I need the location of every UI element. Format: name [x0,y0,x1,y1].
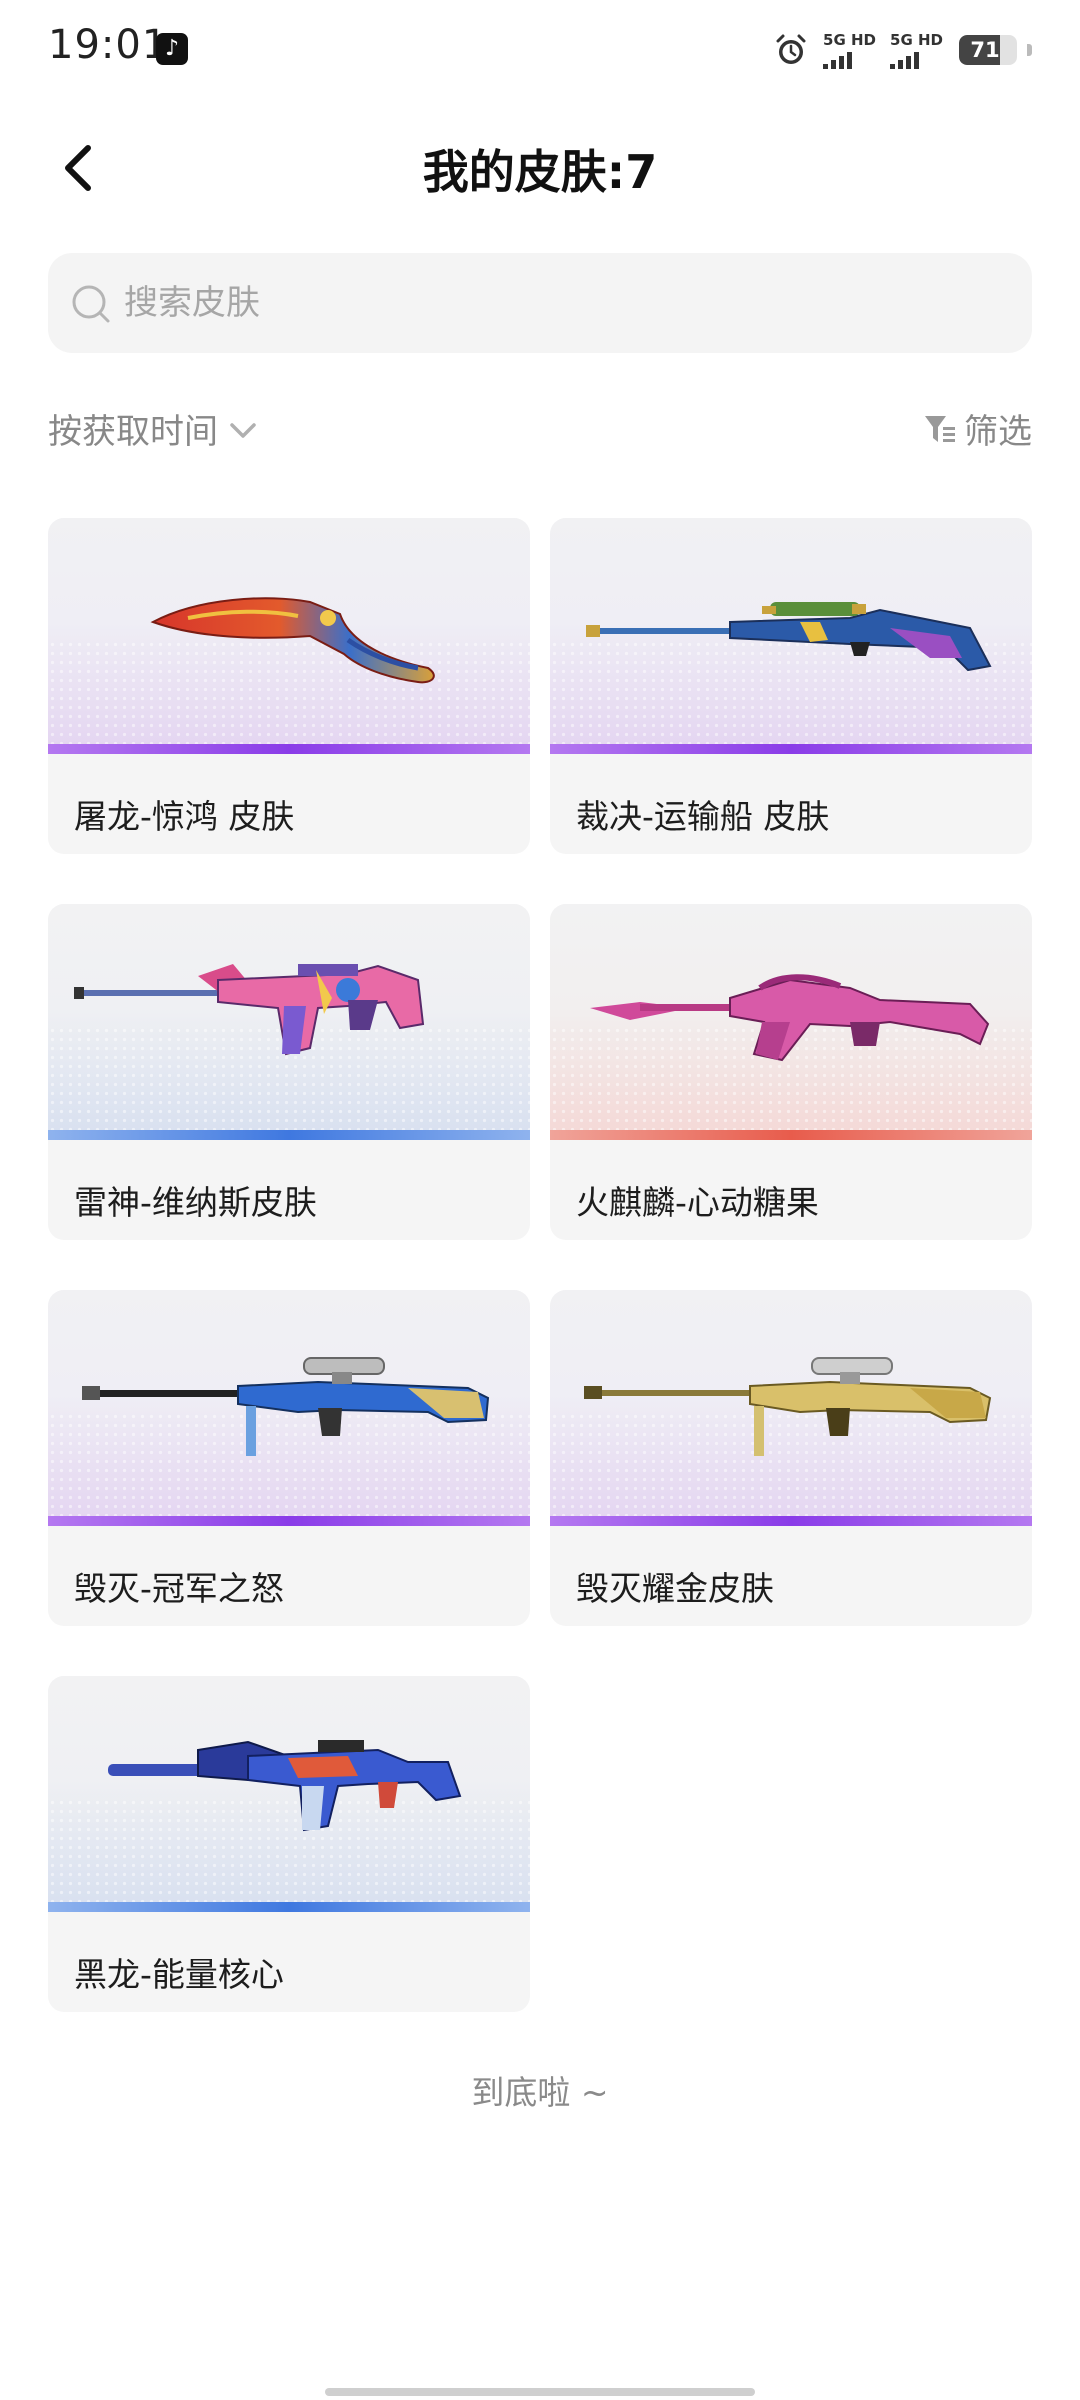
rarity-bar [48,1902,530,1912]
skin-name: 雷神-维纳斯皮肤 [74,1183,317,1222]
filter-button[interactable]: 筛选 [922,404,1032,453]
alarm-icon [776,34,806,64]
status-time: 19:01 [48,22,169,68]
skin-image [550,904,1032,1136]
filter-label: 筛选 [964,412,1032,452]
skin-card[interactable]: 裁决-运输船 皮肤 [550,518,1032,854]
assault-rifle-icon [74,964,425,1056]
sort-filter-row: 按获取时间 筛选 [48,400,1032,460]
search-bar[interactable] [48,253,1032,353]
skin-image [48,518,530,750]
skin-name: 屠龙-惊鸿 皮肤 [74,797,295,836]
carbine-icon [108,1740,462,1832]
skin-card[interactable]: 毁灭耀金皮肤 [550,1290,1032,1626]
skin-card[interactable]: 雷神-维纳斯皮肤 [48,904,530,1240]
skin-image [48,1676,530,1908]
search-icon [72,285,110,323]
battery-icon: 71 [959,35,1017,65]
header: 我的皮肤:7 [0,118,1080,218]
network-1-label: 5G HD [823,30,877,49]
sort-dropdown[interactable]: 按获取时间 [48,404,260,453]
skin-image [48,1290,530,1522]
skin-card[interactable]: 毁灭-冠军之怒 [48,1290,530,1626]
rarity-bar [550,744,1032,754]
skin-image [550,518,1032,750]
skin-name: 毁灭-冠军之怒 [74,1569,284,1608]
skin-name: 毁灭耀金皮肤 [576,1569,774,1608]
battery-cap [1027,44,1032,56]
tiktok-icon: ♪ [156,33,188,65]
rarity-bar [48,1130,530,1140]
skin-card[interactable]: 屠龙-惊鸿 皮肤 [48,518,530,854]
home-indicator[interactable] [325,2388,755,2396]
skin-image [48,904,530,1136]
filter-icon [925,415,955,442]
screen: 19:01 ♪ 5G HD 5G HD 71 我的皮肤:7 搜索皮肤 按获取时间… [0,0,1080,2400]
skin-name: 裁决-运输船 皮肤 [576,797,830,836]
heavy-sniper-icon [82,1357,490,1456]
chevron-down-icon [230,422,256,438]
skin-name: 黑龙-能量核心 [74,1955,284,1994]
end-of-list-text: 到底啦 ~ [471,2073,609,2112]
rarity-bar [48,744,530,754]
rarity-bar [550,1130,1032,1140]
skin-image [550,1290,1032,1522]
rarity-bar [550,1516,1032,1526]
network-1: 5G HD [823,32,876,69]
knife-icon [150,597,435,684]
sniper-rifle-icon [586,602,992,672]
status-bar: 19:01 ♪ 5G HD 5G HD 71 [0,0,1080,100]
search-input[interactable] [124,253,1004,353]
sort-label: 按获取时间 [48,412,218,452]
ak-rifle-icon [590,974,990,1062]
skin-name: 火麒麟-心动糖果 [576,1183,819,1222]
skin-card[interactable]: 黑龙-能量核心 [48,1676,530,2012]
network-2: 5G HD [890,32,943,69]
skin-card[interactable]: 火麒麟-心动糖果 [550,904,1032,1240]
signal-2-icon [890,51,920,69]
page-title: 我的皮肤:7 [422,145,658,199]
signal-1-icon [823,51,853,69]
status-icons: 5G HD 5G HD 71 [773,28,1032,72]
heavy-sniper-gold-icon [584,1357,992,1456]
battery-level: 71 [970,38,1000,62]
network-2-label: 5G HD [890,30,943,49]
rarity-bar [48,1516,530,1526]
